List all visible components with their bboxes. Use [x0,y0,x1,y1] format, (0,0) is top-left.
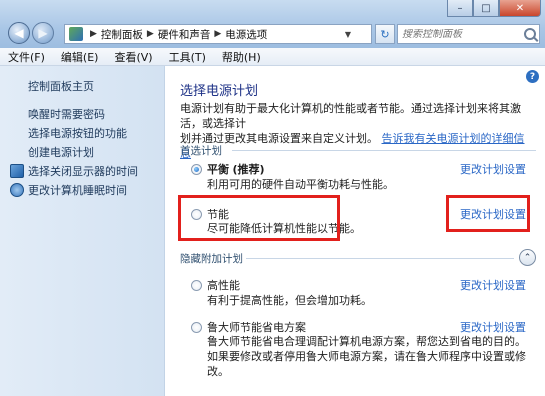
plan-balanced-name: 平衡 (推荐) [207,161,265,177]
plan-balanced-title: 平衡 [207,163,229,176]
plan-high-performance-name: 高性能 [207,279,240,292]
close-button[interactable]: ✕ [499,0,541,17]
breadcrumb-item-hardware-sound[interactable]: 硬件和声音 [158,27,211,42]
breadcrumb-separator[interactable]: ▶ [90,29,97,39]
maximize-button[interactable]: □ [473,0,499,17]
plan-ludashi-desc-1: 鲁大师节能省电合理调配计算机电源方案，帮您达到省电的目的。 [207,335,526,348]
address-dropdown-icon[interactable]: ▼ [345,30,351,39]
sidebar-item-label: 选择关闭显示器的时间 [28,165,138,178]
forward-button[interactable]: ▶ [32,22,54,44]
refresh-button[interactable]: ↻ [375,24,395,44]
breadcrumb-item-power-options[interactable]: 电源选项 [225,27,267,42]
collapse-button[interactable]: ⌃ [519,249,536,266]
sidebar-item-sleep-time[interactable]: 更改计算机睡眠时间 [10,182,127,198]
plan-balanced-change-link[interactable]: 更改计划设置 [460,161,526,177]
window-controls: – □ ✕ [447,0,541,18]
sidebar-item-display-off[interactable]: 选择关闭显示器的时间 [10,163,138,179]
menu-bar: 文件(F) 编辑(E) 查看(V) 工具(T) 帮助(H) [0,48,545,66]
preferred-plans-label: 首选计划 [180,145,222,157]
plan-ludashi-name: 鲁大师节能省电方案 [207,321,306,334]
page-description: 电源计划有助于最大化计算机的性能或者节能。通过选择计划来将其激活，或选择计 划并… [180,101,530,161]
breadcrumb-separator[interactable]: ▶ [214,29,221,39]
title-bar: – □ ✕ ◀ ▶ ▶ 控制面板 ▶ 硬件和声音 ▶ 电源选项 ▼ ↻ [0,0,545,48]
plan-high-performance-radio[interactable] [191,280,202,291]
breadcrumb-separator[interactable]: ▶ [147,29,154,39]
search-box[interactable] [397,24,540,44]
control-panel-icon [69,27,83,41]
menu-edit[interactable]: 编辑(E) [61,49,99,65]
menu-view[interactable]: 查看(V) [114,49,152,65]
sidebar-item-create-plan[interactable]: 创建电源计划 [28,144,94,160]
group-divider [246,258,514,259]
sidebar-item-power-buttons[interactable]: 选择电源按钮的功能 [28,125,127,141]
plan-balanced-radio[interactable] [191,164,202,175]
plan-balanced-desc: 利用可用的硬件自动平衡功耗与性能。 [207,178,394,191]
search-icon[interactable] [524,28,536,40]
plan-ludashi-radio[interactable] [191,322,202,333]
plan-ludashi-change-link[interactable]: 更改计划设置 [460,319,526,335]
highlight-box-plan [178,195,340,241]
plan-ludashi-desc-2: 如果要修改或者停用鲁大师电源方案，请在鲁大师程序中设置或修 [207,350,526,363]
help-icon[interactable]: ? [526,70,539,83]
group-divider [232,150,536,151]
hidden-plans-label: 隐藏附加计划 [180,253,243,265]
plan-high-performance-desc: 有利于提高性能，但会增加功耗。 [207,294,372,307]
plan-high-performance-change-link[interactable]: 更改计划设置 [460,277,526,293]
breadcrumb-item-control-panel[interactable]: 控制面板 [101,27,143,42]
description-line-1: 电源计划有助于最大化计算机的性能或者节能。通过选择计划来将其激活，或选择计 [180,102,521,130]
menu-file[interactable]: 文件(F) [8,49,45,65]
menu-help[interactable]: 帮助(H) [222,49,261,65]
plan-balanced-suffix: (推荐) [232,163,265,176]
display-icon [10,164,24,178]
sidebar-item-wake-password[interactable]: 唤醒时需要密码 [28,106,105,122]
page-title: 选择电源计划 [180,84,259,99]
menu-tools[interactable]: 工具(T) [169,49,206,65]
address-bar[interactable]: ▶ 控制面板 ▶ 硬件和声音 ▶ 电源选项 ▼ [64,24,372,44]
sidebar: 控制面板主页 唤醒时需要密码 选择电源按钮的功能 创建电源计划 选择关闭显示器的… [0,66,165,396]
minimize-button[interactable]: – [447,0,473,17]
sleep-icon [10,183,24,197]
highlight-box-link [446,195,530,232]
sidebar-item-label: 更改计算机睡眠时间 [28,184,127,197]
sidebar-item-home[interactable]: 控制面板主页 [28,78,94,94]
search-input[interactable] [402,28,524,40]
back-button[interactable]: ◀ [8,22,30,44]
plan-ludashi-desc-3: 改。 [207,365,229,378]
